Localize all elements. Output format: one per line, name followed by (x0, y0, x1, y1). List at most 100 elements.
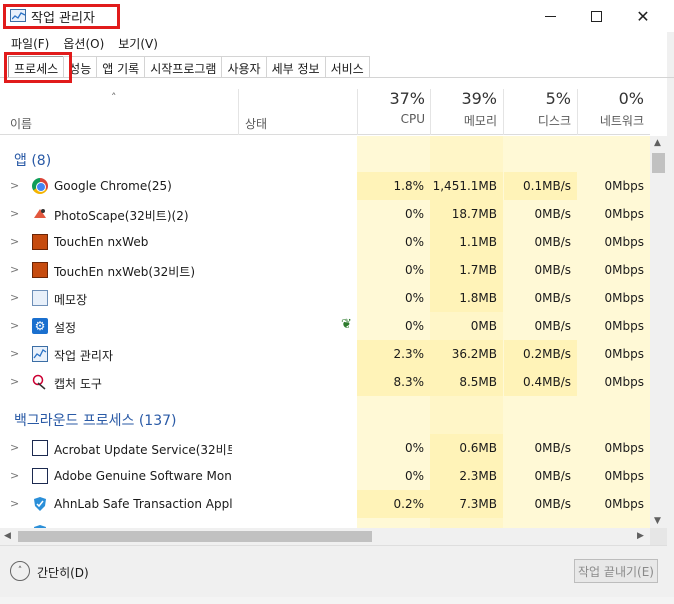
disk-cell: 0MB/s (534, 497, 571, 511)
cpu-cell: 8.3% (393, 375, 425, 389)
cpu-cell: 0% (404, 263, 424, 277)
minimize-button[interactable] (527, 0, 573, 32)
column-divider[interactable] (238, 89, 239, 135)
disk-cell: 0.1MB/s (523, 179, 571, 193)
scroll-up-icon[interactable]: ▲ (654, 138, 661, 148)
chevron-right-icon[interactable]: > (10, 319, 19, 332)
efficiency-leaf-icon: ❦ (341, 317, 352, 332)
cpu-total: 37% (389, 89, 425, 108)
title-bar: 작업 관리자 ✕ (0, 0, 674, 32)
cpu-cell: 0% (404, 235, 424, 249)
close-button[interactable]: ✕ (620, 0, 666, 32)
sort-caret-icon[interactable]: ˄ (111, 91, 117, 104)
network-cell: 0Mbps (604, 179, 644, 193)
process-name: Google Chrome(25) (54, 179, 172, 193)
scroll-right-icon[interactable]: ▶ (637, 531, 644, 541)
memory-cell: 18.7MB (451, 207, 497, 221)
network-cell: 0Mbps (604, 235, 644, 249)
cpu-cell: 0.2% (393, 497, 425, 511)
process-name: 캡처 도구 (54, 377, 102, 391)
column-cpu[interactable]: 37% CPU (357, 89, 425, 126)
process-name: 작업 관리자 (54, 349, 114, 363)
network-cell: 0Mbps (604, 291, 644, 305)
maximize-button[interactable] (573, 0, 619, 32)
vertical-scroll-thumb[interactable] (652, 153, 665, 173)
vertical-scrollbar[interactable]: ▲ ▼ (650, 136, 667, 528)
horizontal-scrollbar[interactable]: ◀ ▶ (0, 528, 667, 545)
column-disk[interactable]: 5% 디스크 (503, 89, 571, 129)
memory-cell: 1.8MB (459, 291, 497, 305)
disk-cell: 0MB/s (534, 263, 571, 277)
window-edge (667, 32, 674, 604)
disk-cell: 0MB/s (534, 207, 571, 221)
menu-options[interactable]: 옵션(O) (58, 32, 109, 54)
chevron-right-icon[interactable]: > (10, 235, 19, 248)
chevron-right-icon[interactable]: > (10, 375, 19, 388)
network-cell: 0Mbps (604, 469, 644, 483)
chevron-right-icon[interactable]: > (10, 179, 19, 192)
chevron-right-icon[interactable]: > (10, 347, 19, 360)
column-network[interactable]: 0% 네트워크 (577, 89, 644, 129)
chevron-right-icon[interactable]: > (10, 469, 19, 482)
chevron-right-icon[interactable]: > (10, 207, 19, 220)
maximize-icon (590, 10, 602, 22)
touchen-icon (32, 262, 48, 278)
disk-cell: 0.2MB/s (523, 347, 571, 361)
group-title: 앱 (8) (14, 153, 52, 169)
cpu-cell: 1.8% (393, 179, 425, 193)
highlight-box-tab (4, 52, 72, 83)
snipping-tool-icon (32, 374, 48, 390)
network-cell: 0Mbps (604, 375, 644, 389)
process-name: 메모장 (54, 293, 88, 307)
chrome-icon (32, 178, 48, 194)
end-task-button[interactable]: 작업 끝내기(E) (574, 559, 658, 583)
column-header: ˄ 이름 상태 37% CPU 39% 메모리 5% 디스크 0% 네트워크 (0, 89, 650, 135)
process-name: Acrobat Update Service(32비트) (54, 443, 232, 457)
network-cell: 0Mbps (604, 441, 644, 455)
table-row[interactable] (0, 518, 650, 528)
chevron-right-icon[interactable]: > (10, 441, 19, 454)
memory-label: 메모리 (463, 114, 497, 128)
tab-details[interactable]: 세부 정보 (265, 56, 326, 77)
menu-bar: 파일(F) 옵션(O) 보기(V) (0, 32, 674, 54)
disk-cell: 0.4MB/s (523, 375, 571, 389)
cpu-label: CPU (400, 112, 425, 126)
touchen-icon (32, 234, 48, 250)
column-name[interactable]: 이름 (10, 115, 32, 132)
column-memory[interactable]: 39% 메모리 (430, 89, 497, 129)
notepad-icon (32, 290, 48, 306)
chevron-right-icon[interactable]: > (10, 263, 19, 276)
menu-file[interactable]: 파일(F) (6, 32, 54, 54)
tab-startup[interactable]: 시작프로그램 (144, 56, 223, 77)
horizontal-scroll-thumb[interactable] (18, 531, 372, 542)
cpu-cell: 0% (404, 207, 424, 221)
group-background[interactable]: 백그라운드 프로세스 (137) (0, 398, 650, 436)
memory-cell: 1.1MB (459, 235, 497, 249)
tab-services[interactable]: 서비스 (324, 56, 370, 77)
disk-label: 디스크 (537, 114, 571, 128)
close-icon: ✕ (636, 6, 650, 26)
memory-cell: 2.3MB (459, 469, 497, 483)
chevron-right-icon[interactable]: > (10, 291, 19, 304)
cpu-cell: 0% (404, 469, 424, 483)
tab-users[interactable]: 사용자 (221, 56, 267, 77)
column-status[interactable]: 상태 (245, 115, 267, 132)
menu-view[interactable]: 보기(V) (113, 32, 163, 54)
scroll-down-icon[interactable]: ▼ (654, 516, 661, 526)
fewer-details-button[interactable]: 간단히(D) (37, 564, 89, 581)
scroll-left-icon[interactable]: ◀ (4, 531, 11, 541)
network-cell: 0Mbps (604, 263, 644, 277)
network-cell: 0Mbps (604, 319, 644, 333)
acrobat-icon (32, 440, 48, 456)
cpu-cell: 0% (404, 291, 424, 305)
process-list: 앱 (8) > Google Chrome(25) > PhotoScape(3… (0, 136, 650, 528)
bottom-strip (0, 597, 674, 604)
network-cell: 0Mbps (604, 497, 644, 511)
tab-app-history[interactable]: 앱 기록 (96, 56, 146, 77)
network-cell: 0Mbps (604, 207, 644, 221)
memory-total: 39% (461, 89, 497, 108)
chevron-right-icon[interactable]: > (10, 497, 19, 510)
chevron-up-icon[interactable]: ˄ (10, 561, 30, 581)
group-apps[interactable]: 앱 (8) (0, 138, 650, 176)
memory-cell: 8.5MB (459, 375, 497, 389)
